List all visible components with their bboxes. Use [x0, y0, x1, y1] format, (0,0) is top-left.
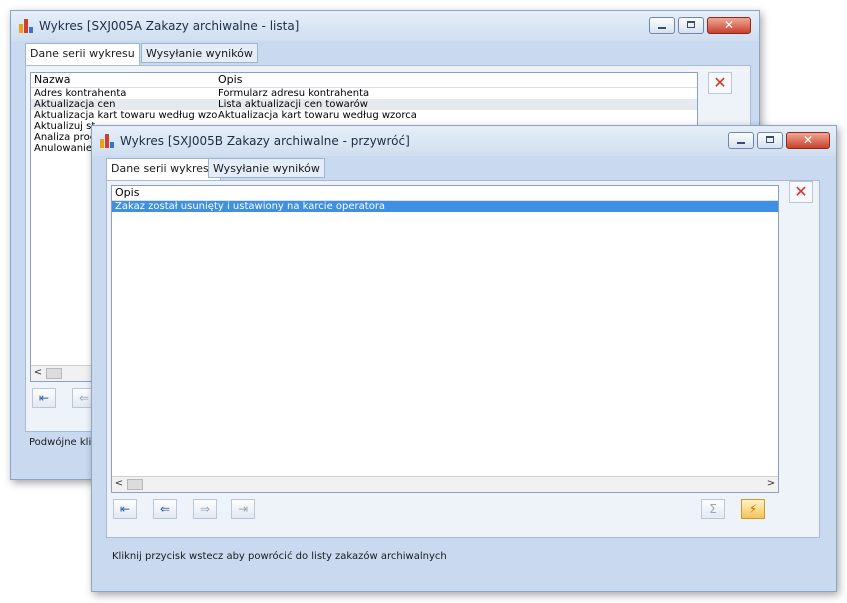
sum-button[interactable]: Σ — [701, 499, 725, 519]
maximize-button[interactable] — [757, 132, 783, 149]
back-window-titlebar[interactable]: Wykres [SXJ005A Zakazy archiwalne - list… — [11, 11, 759, 41]
cell-opis: Lista aktualizacji cen towarów — [218, 99, 368, 110]
front-grid[interactable]: Opis Zakaz został usunięty i ustawiony n… — [111, 185, 779, 493]
table-row[interactable]: Aktualizacja cen Lista aktualizacji cen … — [31, 99, 697, 110]
cell-opis: Formularz adresu kontrahenta — [218, 88, 370, 99]
back-status-text: Podwójne kli — [29, 437, 92, 448]
cell-opis: Aktualizacja kart towaru według wzorca — [218, 110, 417, 121]
close-button[interactable]: ✕ — [786, 132, 830, 149]
close-icon: ✕ — [802, 133, 814, 147]
tab-dane-serii[interactable]: Dane serii wykresu — [25, 43, 140, 66]
front-horizontal-scrollbar[interactable]: < > — [112, 476, 778, 492]
front-window: Wykres [SXJ005B Zakazy archiwalne - przy… — [91, 125, 837, 592]
tab-wysylanie[interactable]: Wysyłanie wyników — [208, 158, 325, 178]
last-record-button[interactable]: ⇥ — [231, 499, 255, 519]
scroll-thumb[interactable] — [46, 368, 62, 379]
forward-icon: ⇒ — [199, 502, 211, 516]
maximize-button[interactable] — [678, 17, 704, 34]
front-delete-button[interactable]: ✕ — [789, 181, 813, 203]
delete-x-icon: ✕ — [713, 73, 727, 92]
run-icon: ⚡ — [748, 502, 758, 516]
first-record-icon: ⇤ — [38, 391, 50, 405]
back-button[interactable]: ⇐ — [153, 499, 177, 519]
sum-icon: Σ — [709, 502, 717, 516]
close-button[interactable]: ✕ — [707, 17, 751, 34]
column-header-opis[interactable]: Opis — [115, 186, 139, 199]
cell-nazwa: Analiza proc — [34, 132, 96, 143]
back-first-button[interactable]: ⇤ — [32, 388, 56, 408]
cell-nazwa: Aktualizacja cen — [34, 99, 116, 110]
minimize-icon — [737, 142, 745, 144]
scroll-thumb[interactable] — [127, 479, 143, 490]
tab-dane-serii[interactable]: Dane serii wykresu — [106, 158, 221, 181]
scroll-right-icon[interactable]: > — [764, 477, 778, 492]
cell-nazwa: Anulowanie — [34, 143, 92, 154]
table-row[interactable]: Zakaz został usunięty i ustawiony na kar… — [112, 201, 778, 212]
chart-app-icon — [19, 19, 33, 33]
tab-wysylanie[interactable]: Wysyłanie wyników — [141, 43, 258, 63]
first-record-button[interactable]: ⇤ — [113, 499, 137, 519]
column-header-opis[interactable]: Opis — [218, 73, 242, 86]
back-icon: ⇐ — [159, 502, 171, 516]
scroll-left-icon[interactable]: < — [31, 366, 45, 381]
forward-button[interactable]: ⇒ — [193, 499, 217, 519]
table-row[interactable]: Adres kontrahenta Formularz adresu kontr… — [31, 88, 697, 99]
column-header-nazwa[interactable]: Nazwa — [34, 73, 70, 86]
delete-x-icon: ✕ — [794, 182, 808, 201]
maximize-icon — [766, 136, 774, 143]
run-button[interactable]: ⚡ — [741, 499, 765, 519]
minimize-button[interactable] — [728, 132, 754, 149]
cell-nazwa: Aktualizacja kart towaru według wzor — [34, 110, 217, 121]
grid-header: Opis — [112, 186, 778, 201]
scroll-left-icon[interactable]: < — [112, 477, 126, 492]
back-delete-button[interactable]: ✕ — [708, 72, 732, 94]
minimize-button[interactable] — [649, 17, 675, 34]
front-tab-panel: Opis Zakaz został usunięty i ustawiony n… — [106, 180, 820, 538]
table-row[interactable]: Aktualizacja kart towaru według wzor Akt… — [31, 110, 697, 121]
front-window-title: Wykres [SXJ005B Zakazy archiwalne - przy… — [120, 134, 410, 148]
front-status-text: Kliknij przycisk wstecz aby powrócić do … — [112, 551, 447, 562]
grid-header: Nazwa Opis — [31, 73, 697, 88]
close-icon: ✕ — [723, 18, 735, 32]
maximize-icon — [687, 21, 695, 28]
last-record-icon: ⇥ — [237, 502, 249, 516]
cell-nazwa: Aktualizuj st — [34, 121, 96, 132]
back-icon: ⇐ — [78, 391, 90, 405]
cell-nazwa: Adres kontrahenta — [34, 88, 127, 99]
chart-app-icon — [100, 134, 114, 148]
back-window-title: Wykres [SXJ005A Zakazy archiwalne - list… — [39, 19, 300, 33]
first-record-icon: ⇤ — [119, 502, 131, 516]
cell-opis: Zakaz został usunięty i ustawiony na kar… — [115, 201, 386, 212]
minimize-icon — [658, 27, 666, 29]
front-window-titlebar[interactable]: Wykres [SXJ005B Zakazy archiwalne - przy… — [92, 126, 836, 156]
